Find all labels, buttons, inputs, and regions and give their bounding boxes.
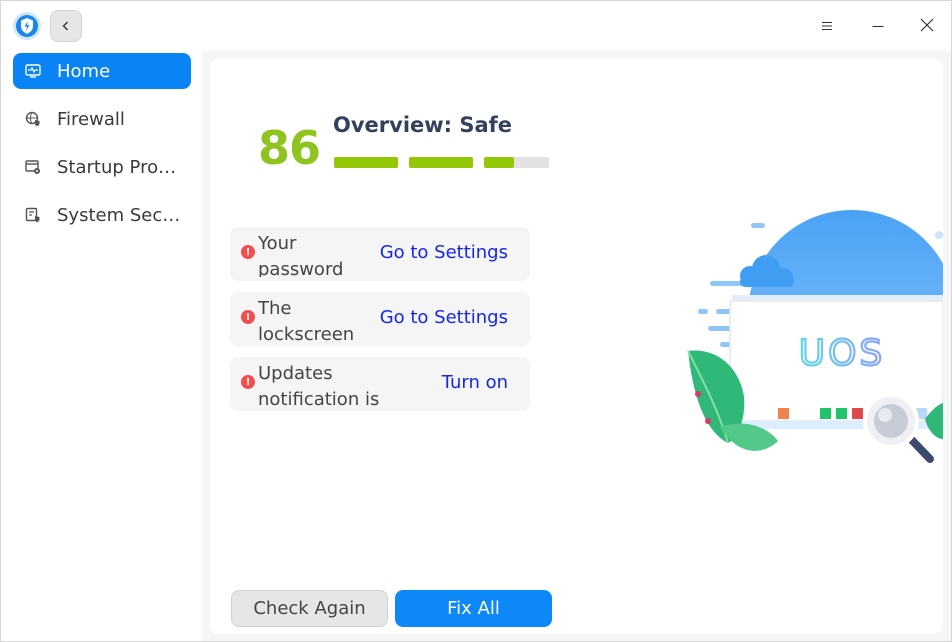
issue-item-updates-notification: ! Updates notification is turned off Tur… xyxy=(230,357,530,411)
chevron-left-icon xyxy=(60,17,72,36)
globe-shield-icon xyxy=(25,111,41,127)
sidebar-item-label: Startup Programs xyxy=(57,156,181,178)
security-illustration: UOS xyxy=(680,199,952,479)
monitor-heartbeat-icon xyxy=(25,63,41,79)
sidebar-item-label: Home xyxy=(57,60,111,82)
sidebar-item-label: System Security xyxy=(57,204,181,226)
close-button[interactable] xyxy=(912,11,942,41)
score-bar-fill xyxy=(334,157,398,168)
turn-on-link[interactable]: Turn on xyxy=(442,372,508,393)
score-bar-segment xyxy=(334,157,398,168)
shield-lightning-icon xyxy=(12,11,42,41)
overview-title: Overview: Safe xyxy=(333,113,513,137)
minimize-button[interactable] xyxy=(863,11,893,41)
go-to-settings-link[interactable]: Go to Settings xyxy=(380,242,508,263)
hamburger-menu-icon xyxy=(821,17,833,36)
sidebar-item-system-security[interactable]: System Security xyxy=(13,197,191,233)
warning-icon: ! xyxy=(241,375,255,389)
fix-all-button[interactable]: Fix All xyxy=(395,590,552,627)
issue-text: The lockscreen xyxy=(258,298,355,342)
issue-text: Updates notification is turned off xyxy=(258,363,380,407)
minimize-icon xyxy=(872,17,884,36)
warning-icon: ! xyxy=(241,310,255,324)
sidebar-item-startup-programs[interactable]: Startup Programs xyxy=(13,149,191,185)
issue-item-password: ! Your password Go to Settings xyxy=(230,227,530,281)
score-bar-segment xyxy=(484,157,549,168)
sidebar-item-home[interactable]: Home xyxy=(13,53,191,89)
go-to-settings-link[interactable]: Go to Settings xyxy=(380,307,508,328)
document-shield-icon xyxy=(25,207,41,223)
issue-item-lockscreen: ! The lockscreen Go to Settings xyxy=(230,292,530,346)
app-window: Home Firewall Startup Programs System Se… xyxy=(0,0,952,642)
home-panel: 86 Overview: Safe ! Your password Go to … xyxy=(210,59,952,634)
score-bar-segment xyxy=(409,157,473,168)
issue-text: Your password xyxy=(258,233,344,277)
close-icon xyxy=(920,17,934,36)
score-bar-fill xyxy=(484,157,514,168)
back-button[interactable] xyxy=(50,10,82,42)
titlebar xyxy=(1,1,951,51)
score-bar-fill xyxy=(409,157,473,168)
warning-icon: ! xyxy=(241,245,255,259)
sidebar-item-label: Firewall xyxy=(57,108,125,130)
uos-logo-text: UOS xyxy=(799,333,886,374)
window-gear-icon xyxy=(25,159,41,175)
sidebar-item-firewall[interactable]: Firewall xyxy=(13,101,191,137)
sidebar: Home Firewall Startup Programs System Se… xyxy=(1,51,202,641)
security-score: 86 xyxy=(258,121,321,175)
check-again-button[interactable]: Check Again xyxy=(231,590,388,627)
menu-button[interactable] xyxy=(812,11,842,41)
